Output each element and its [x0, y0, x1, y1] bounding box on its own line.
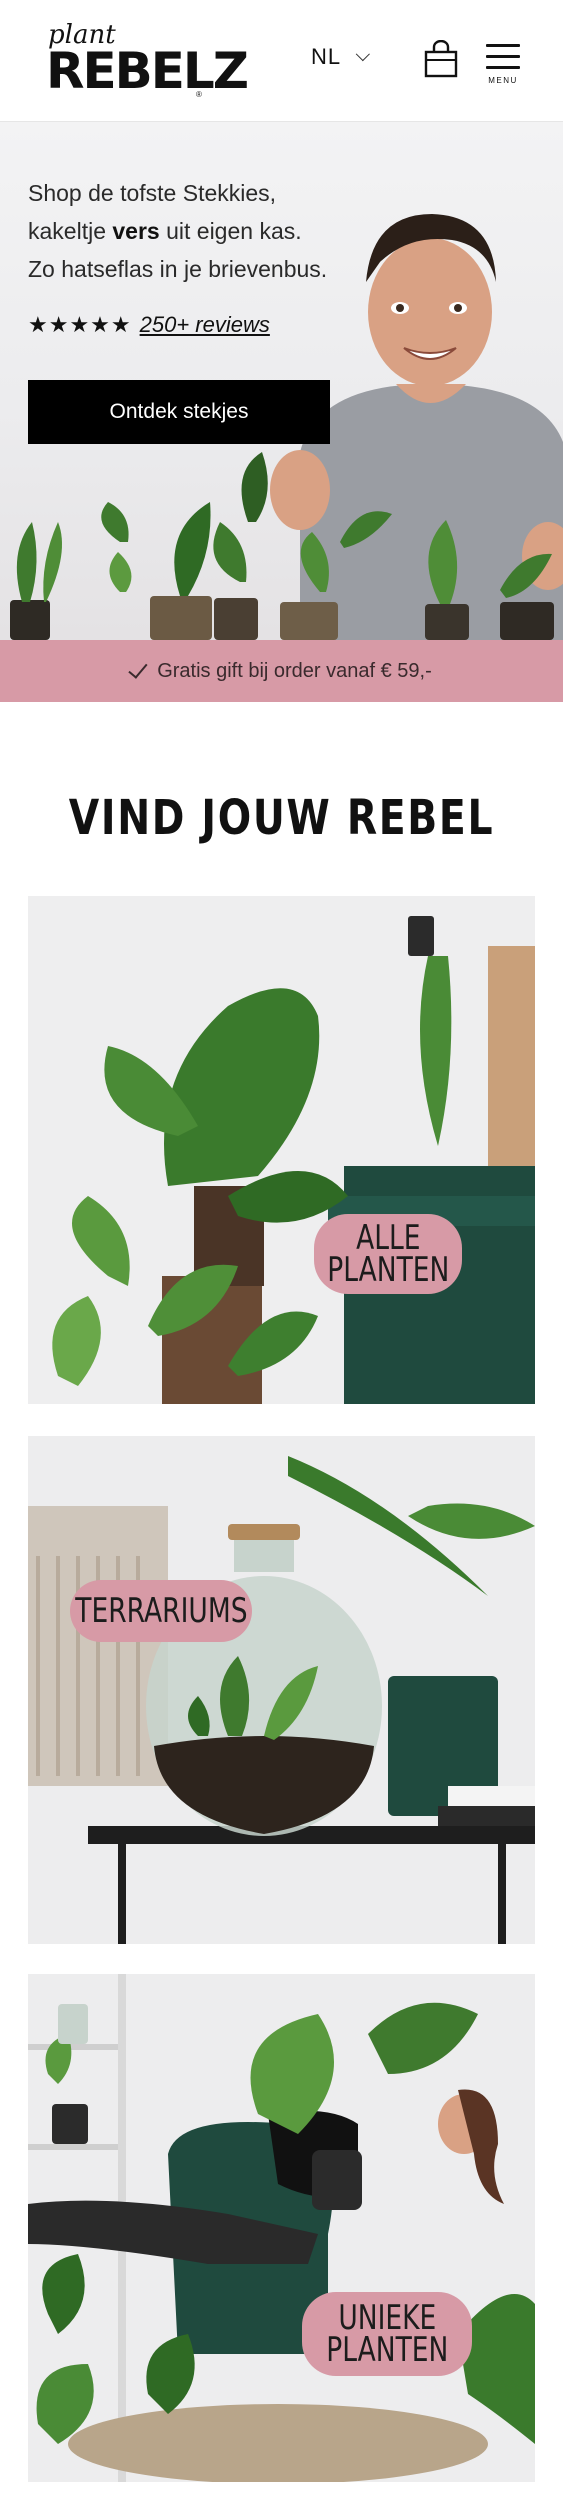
reviews-link[interactable]: 250+ reviews — [140, 312, 270, 338]
promo-text: Gratis gift bij order vanaf € 59,- — [157, 659, 432, 682]
category-label-unique-plants: UNIEKE PLANTEN — [302, 2292, 472, 2376]
star-rating-icon: ★★★★★ — [28, 312, 132, 337]
hamburger-icon-bar — [486, 66, 520, 69]
hero-banner: Shop de tofste Stekkies, kakeltje vers u… — [0, 122, 563, 640]
category-label-all-plants: ALLE PLANTEN — [314, 1214, 462, 1294]
hamburger-icon-bar — [486, 55, 520, 58]
hamburger-icon — [486, 44, 520, 47]
language-selector[interactable]: NL — [311, 44, 371, 70]
hero-tagline: Shop de tofste Stekkies, kakeltje vers u… — [28, 174, 327, 288]
menu-label: MENU — [488, 76, 518, 85]
section-title: VIND JOUW REBEL — [68, 790, 495, 846]
promo-bar: Gratis gift bij order vanaf € 59,- — [0, 640, 563, 702]
hero-line-2-bold: vers — [112, 218, 160, 244]
logo-word-rebelz: REBELZ — [46, 42, 249, 100]
checkmark-icon — [128, 658, 148, 679]
discover-cuttings-button[interactable]: Ontdek stekjes — [28, 380, 330, 444]
category-label-text: UNIEKE PLANTEN — [325, 2298, 449, 2370]
menu-button[interactable]: MENU — [484, 40, 522, 88]
all-plants-image — [28, 896, 535, 1404]
hero-line-1: Shop de tofste Stekkies, — [28, 180, 277, 206]
site-header: plant REBELZ ® NL MENU — [0, 0, 563, 122]
cart-button[interactable] — [424, 39, 458, 78]
hero-line-3: Zo hatseflas in je brievenbus. — [28, 256, 328, 282]
category-card-all-plants[interactable]: ALLE PLANTEN — [28, 896, 535, 1404]
shopping-bag-icon — [424, 39, 458, 78]
hero-line-2-pre: kakeltje — [28, 218, 113, 244]
logo-registered-mark: ® — [196, 90, 202, 99]
review-rating: ★★★★★ 250+ reviews — [28, 312, 270, 338]
unique-plants-image — [28, 1974, 535, 2482]
plant-rebelz-logo[interactable]: plant REBELZ ® — [46, 18, 249, 104]
category-label-text: ALLE PLANTEN — [326, 1218, 450, 1290]
language-label: NL — [311, 44, 342, 69]
category-label-text: TERRARIUMS — [74, 1591, 248, 1631]
category-label-terrariums: TERRARIUMS — [70, 1580, 252, 1642]
hero-line-2-post: uit eigen kas. — [159, 218, 302, 244]
chevron-down-icon — [355, 47, 371, 62]
category-card-unique-plants[interactable]: UNIEKE PLANTEN — [28, 1974, 535, 2482]
category-card-terrariums[interactable]: TERRARIUMS — [28, 1436, 535, 1944]
terrariums-image — [28, 1436, 535, 1944]
